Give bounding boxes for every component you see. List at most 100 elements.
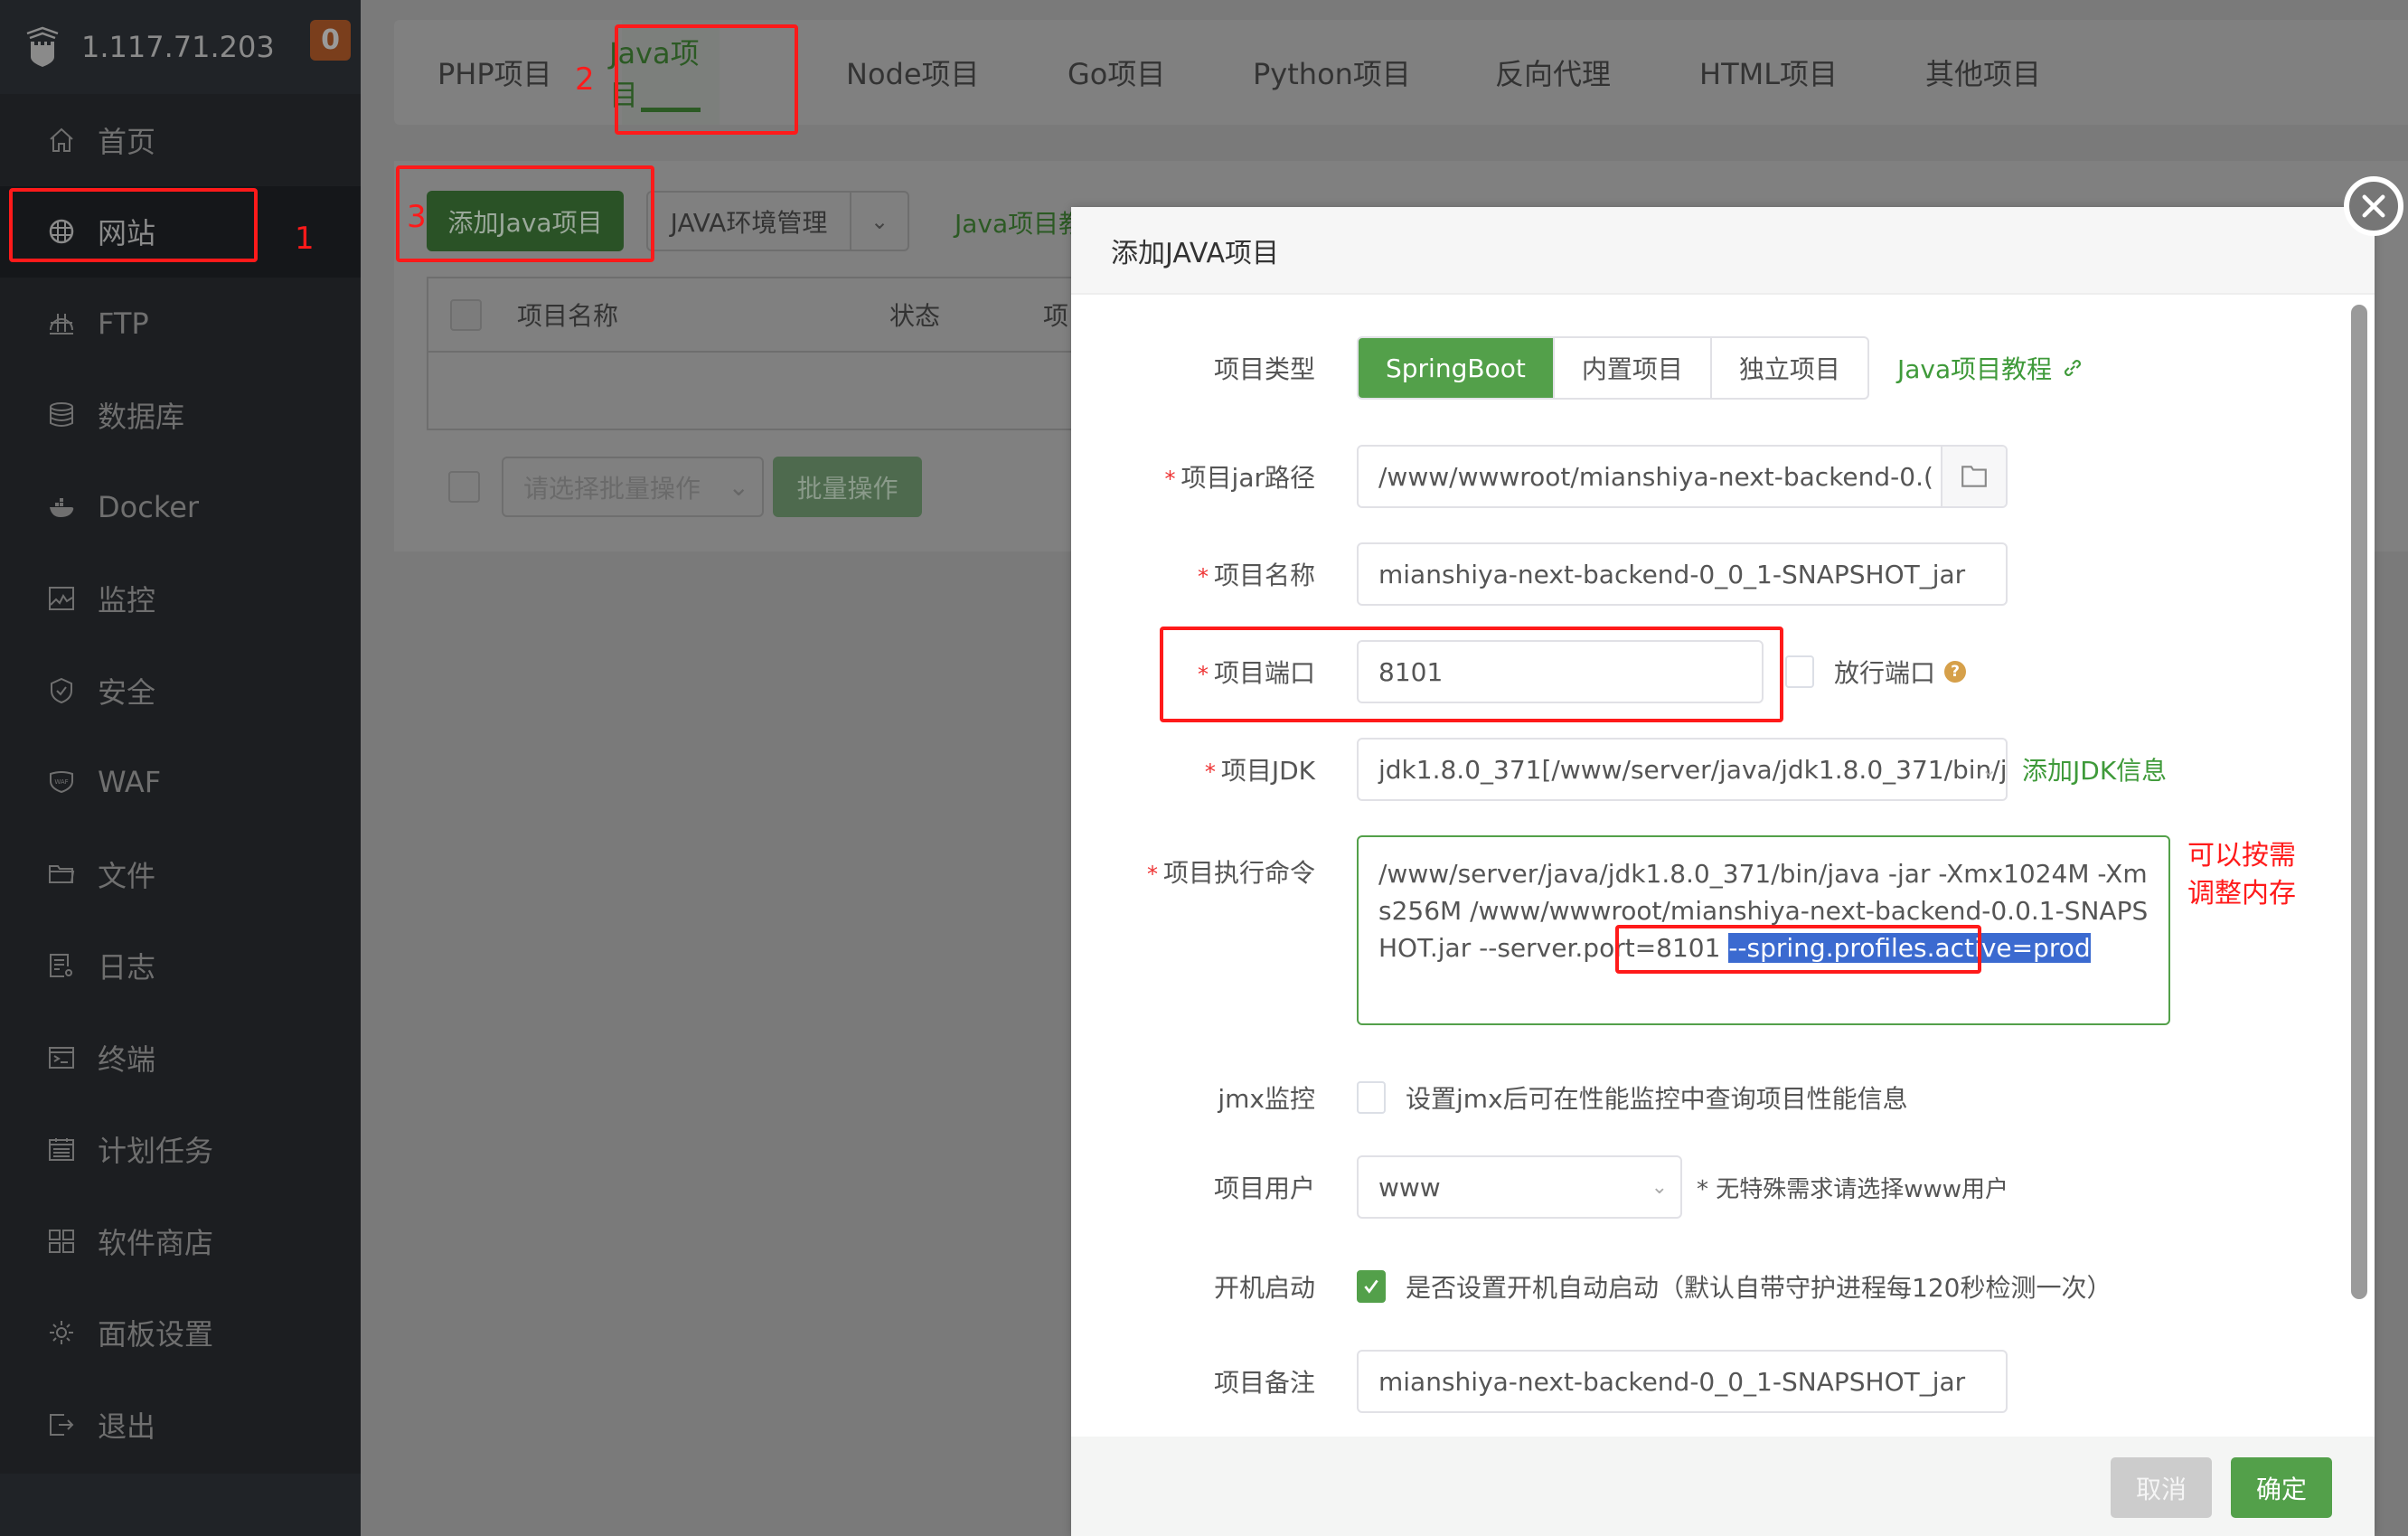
jmx-label: jmx监控	[1218, 1084, 1315, 1114]
tab-java[interactable]: Java项目	[609, 20, 720, 125]
tab-node[interactable]: Node项目	[846, 20, 980, 125]
memory-note-line2: 调整内存	[2187, 878, 2296, 909]
exec-command-textarea[interactable]: /www/server/java/jdk1.8.0_371/bin/java -…	[1357, 835, 2170, 1025]
globe-icon	[47, 217, 76, 246]
jdk-selected-value: jdk1.8.0_371[/www/server/java/jdk1.8.0_3…	[1378, 754, 2008, 785]
sidebar-item-files[interactable]: 文件	[0, 828, 361, 920]
help-icon[interactable]: ?	[1944, 661, 1967, 683]
project-name-label: * 项目名称	[1198, 556, 1315, 592]
row-remark: 项目备注 mianshiya-next-backend-0_0_1-SNAPSH…	[1071, 1350, 2337, 1413]
notification-badge[interactable]: 0	[310, 20, 351, 61]
autostart-option: 是否设置开机自动启动（默认自带守护进程每120秒检测一次）	[1357, 1268, 2112, 1305]
jmx-checkbox[interactable]	[1357, 1081, 1386, 1114]
java-env-manage-dropdown[interactable]: JAVA环境管理 ⌄	[646, 191, 909, 251]
project-name-input[interactable]: mianshiya-next-backend-0_0_1-SNAPSHOT_ja…	[1357, 542, 2008, 606]
add-jdk-link[interactable]: 添加JDK信息	[2022, 751, 2167, 787]
sidebar-item-home[interactable]: 首页	[0, 94, 361, 186]
project-jdk-label: * 项目JDK	[1205, 751, 1315, 787]
row-autostart: 开机启动 是否设置开机自动启动（默认自带守护进程每120秒检测一次）	[1071, 1264, 2337, 1309]
sidebar-item-label: 终端	[98, 1041, 156, 1077]
tab-php[interactable]: PHP项目	[437, 20, 552, 125]
waf-shield-icon: WAF	[47, 768, 76, 796]
sidebar-item-monitor[interactable]: 监控	[0, 553, 361, 645]
tab-label: PHP项目	[437, 57, 552, 91]
browse-folder-button[interactable]	[1941, 447, 2006, 506]
batch-select-checkbox[interactable]	[448, 471, 480, 503]
batch-operation-button[interactable]: 批量操作	[773, 457, 922, 517]
jar-path-value: /www/wwwroot/mianshiya-next-backend-0.(	[1378, 461, 1933, 492]
sidebar-item-label: 首页	[98, 124, 156, 159]
row-jmx: jmx监控 设置jmx后可在性能监控中查询项目性能信息	[1071, 1075, 2337, 1120]
add-java-project-button[interactable]: 添加Java项目	[427, 191, 624, 251]
project-user-label: 项目用户	[1213, 1173, 1315, 1203]
batch-select-placeholder: 请选择批量操作	[523, 473, 701, 504]
folder-icon	[1961, 466, 1987, 487]
dialog-scrollbar[interactable]	[2351, 305, 2367, 1299]
java-env-manage-button[interactable]: JAVA环境管理	[648, 193, 851, 250]
sidebar-item-label: 监控	[98, 583, 156, 618]
add-java-project-dialog: 添加JAVA项目 项目类型 SpringBoot 内置项目 独立项目 Java项…	[1071, 207, 2375, 1536]
type-springboot-option[interactable]: SpringBoot	[1359, 338, 1553, 398]
select-all-checkbox[interactable]	[450, 298, 482, 331]
ftp-globe-icon	[47, 309, 76, 338]
column-project-name: 项目名称	[517, 301, 619, 331]
external-link-icon	[2065, 360, 2082, 376]
exec-command-label: * 项目执行命令	[1147, 853, 1315, 890]
folder-icon	[47, 860, 76, 889]
dialog-footer: 取消 确定	[1071, 1437, 2375, 1536]
tab-label: Java项目	[609, 36, 700, 112]
project-table: 项目名称 状态 项	[427, 277, 1114, 430]
chevron-down-icon[interactable]: ⌄	[851, 193, 908, 250]
sidebar-item-security[interactable]: 安全	[0, 645, 361, 737]
cancel-button[interactable]: 取消	[2111, 1457, 2212, 1518]
sidebar-item-logs[interactable]: 日志	[0, 920, 361, 1013]
gear-icon	[47, 1318, 76, 1347]
home-icon	[47, 126, 76, 155]
project-jdk-select[interactable]: jdk1.8.0_371[/www/server/java/jdk1.8.0_3…	[1357, 738, 2008, 801]
row-project-jdk: * 项目JDK jdk1.8.0_371[/www/server/java/jdk…	[1071, 738, 2337, 801]
annotation-step-3: 3	[407, 199, 427, 235]
sidebar-item-label: 面板设置	[98, 1317, 214, 1352]
required-asterisk: *	[1197, 662, 1209, 687]
sidebar-item-ftp[interactable]: FTP	[0, 278, 361, 370]
sidebar-item-label: 数据库	[98, 400, 185, 435]
tab-reverse-proxy[interactable]: 反向代理	[1495, 20, 1611, 125]
java-tutorial-link[interactable]: Java项目教程	[1897, 350, 2084, 386]
confirm-button[interactable]: 确定	[2231, 1457, 2332, 1518]
autostart-checkbox[interactable]	[1357, 1270, 1386, 1303]
required-asterisk: *	[1146, 862, 1158, 887]
sidebar-item-app-store[interactable]: 软件商店	[0, 1195, 361, 1287]
label-text: 项目名称	[1213, 561, 1315, 590]
dialog-header: 添加JAVA项目	[1071, 207, 2375, 295]
database-icon	[47, 400, 76, 429]
sidebar-item-docker[interactable]: Docker	[0, 461, 361, 553]
tab-python[interactable]: Python项目	[1253, 20, 1411, 125]
sidebar-item-database[interactable]: 数据库	[0, 370, 361, 462]
jar-path-input[interactable]: /www/wwwroot/mianshiya-next-backend-0.(	[1357, 445, 2008, 508]
type-standalone-option[interactable]: 独立项目	[1709, 338, 1867, 398]
log-file-icon	[47, 951, 76, 980]
project-port-input[interactable]: 8101	[1357, 640, 1764, 703]
remark-input[interactable]: mianshiya-next-backend-0_0_1-SNAPSHOT_ja…	[1357, 1350, 2008, 1413]
type-builtin-option[interactable]: 内置项目	[1552, 338, 1710, 398]
tab-html[interactable]: HTML项目	[1699, 20, 1838, 125]
tab-go[interactable]: Go项目	[1068, 20, 1165, 125]
memory-note-line1: 可以按需	[2187, 840, 2296, 872]
sidebar-item-settings[interactable]: 面板设置	[0, 1287, 361, 1380]
label-text: 项目jar路径	[1180, 463, 1315, 493]
jar-path-label: * 项目jar路径	[1165, 458, 1315, 495]
sidebar-item-waf[interactable]: WAF WAF	[0, 737, 361, 829]
sidebar-item-cron[interactable]: 计划任务	[0, 1104, 361, 1196]
chevron-down-icon: ⌄	[1981, 759, 1997, 780]
sidebar-item-logout[interactable]: 退出	[0, 1379, 361, 1471]
column-status: 状态	[889, 301, 941, 331]
sidebar-item-label: 文件	[98, 858, 156, 893]
checkmark-icon	[1364, 1279, 1378, 1294]
project-user-select[interactable]: www ⌄	[1357, 1155, 1682, 1219]
dialog-close-button[interactable]	[2344, 176, 2403, 236]
sidebar-item-terminal[interactable]: 终端	[0, 1012, 361, 1104]
sidebar-item-label: 日志	[98, 950, 156, 985]
open-port-checkbox[interactable]	[1785, 655, 1814, 688]
batch-action-select[interactable]: 请选择批量操作 ⌄	[502, 457, 764, 517]
tab-other[interactable]: 其他项目	[1925, 20, 2041, 125]
